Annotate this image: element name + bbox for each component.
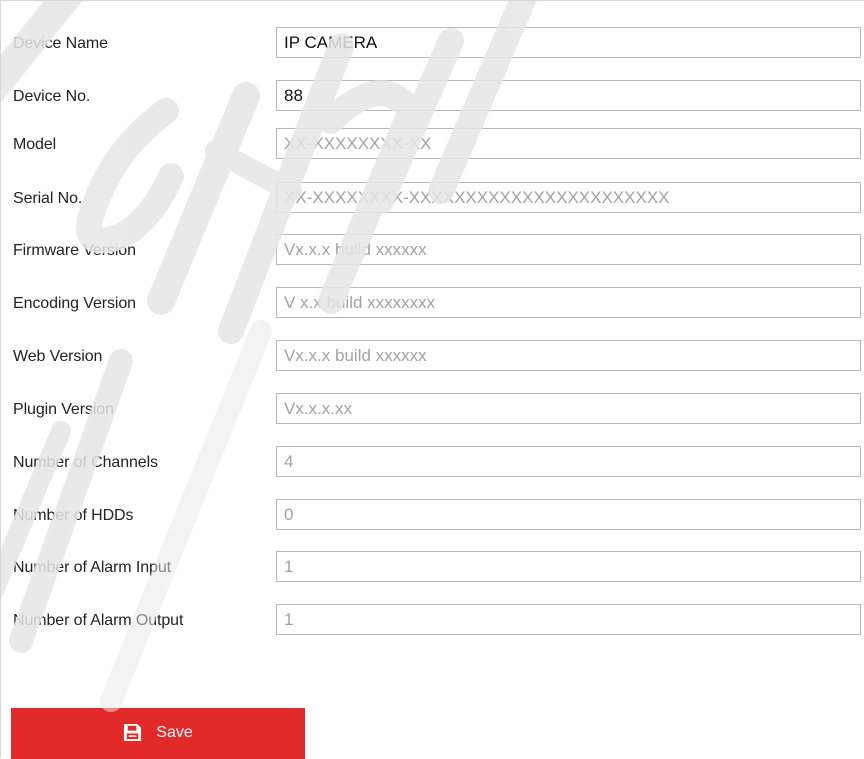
form-row-encoding-version: Encoding Version xyxy=(1,287,864,318)
device-name-input[interactable] xyxy=(276,27,861,58)
device-no-label: Device No. xyxy=(13,88,91,105)
device-name-label: Device Name xyxy=(13,35,108,52)
form-row-device-no: Device No. xyxy=(1,80,864,111)
number-of-channels-label: Number of Channels xyxy=(13,454,158,471)
form-row-number-of-hdds: Number of HDDs xyxy=(1,499,864,530)
save-button[interactable]: Save xyxy=(11,708,305,759)
encoding-version-field xyxy=(276,287,861,318)
form-row-firmware-version: Firmware Version xyxy=(1,234,864,265)
number-of-hdds-label: Number of HDDs xyxy=(13,507,134,524)
firmware-version-label: Firmware Version xyxy=(13,242,136,259)
form-row-number-of-alarm-output: Number of Alarm Output xyxy=(1,604,864,635)
form-row-model: Model xyxy=(1,128,864,159)
plugin-version-label: Plugin Version xyxy=(13,401,114,418)
save-label: Save xyxy=(156,723,193,741)
form-row-device-name: Device Name xyxy=(1,27,864,58)
floppy-disk-icon xyxy=(124,723,142,742)
number-of-alarm-input-field xyxy=(276,551,861,582)
number-of-hdds-field xyxy=(276,499,861,530)
diagonal-watermark xyxy=(1,1,537,712)
web-version-label: Web Version xyxy=(13,348,103,365)
serial-no-field xyxy=(276,182,861,213)
encoding-version-label: Encoding Version xyxy=(13,295,136,312)
firmware-version-field xyxy=(276,234,861,265)
model-field xyxy=(276,128,861,159)
form-row-plugin-version: Plugin Version xyxy=(1,393,864,424)
model-label: Model xyxy=(13,136,57,153)
device-no-input[interactable] xyxy=(276,80,861,111)
form-row-serial-no: Serial No. xyxy=(1,182,864,213)
number-of-alarm-output-label: Number of Alarm Output xyxy=(13,612,184,629)
plugin-version-field xyxy=(276,393,861,424)
form-row-web-version: Web Version xyxy=(1,340,864,371)
form-row-number-of-alarm-input: Number of Alarm Input xyxy=(1,551,864,582)
device-info-panel: Device Name Device No. Model Serial No. … xyxy=(0,0,864,759)
number-of-alarm-output-field xyxy=(276,604,861,635)
serial-no-label: Serial No. xyxy=(13,190,83,207)
number-of-channels-field xyxy=(276,446,861,477)
web-version-field xyxy=(276,340,861,371)
form-row-number-of-channels: Number of Channels xyxy=(1,446,864,477)
number-of-alarm-input-label: Number of Alarm Input xyxy=(13,559,171,576)
